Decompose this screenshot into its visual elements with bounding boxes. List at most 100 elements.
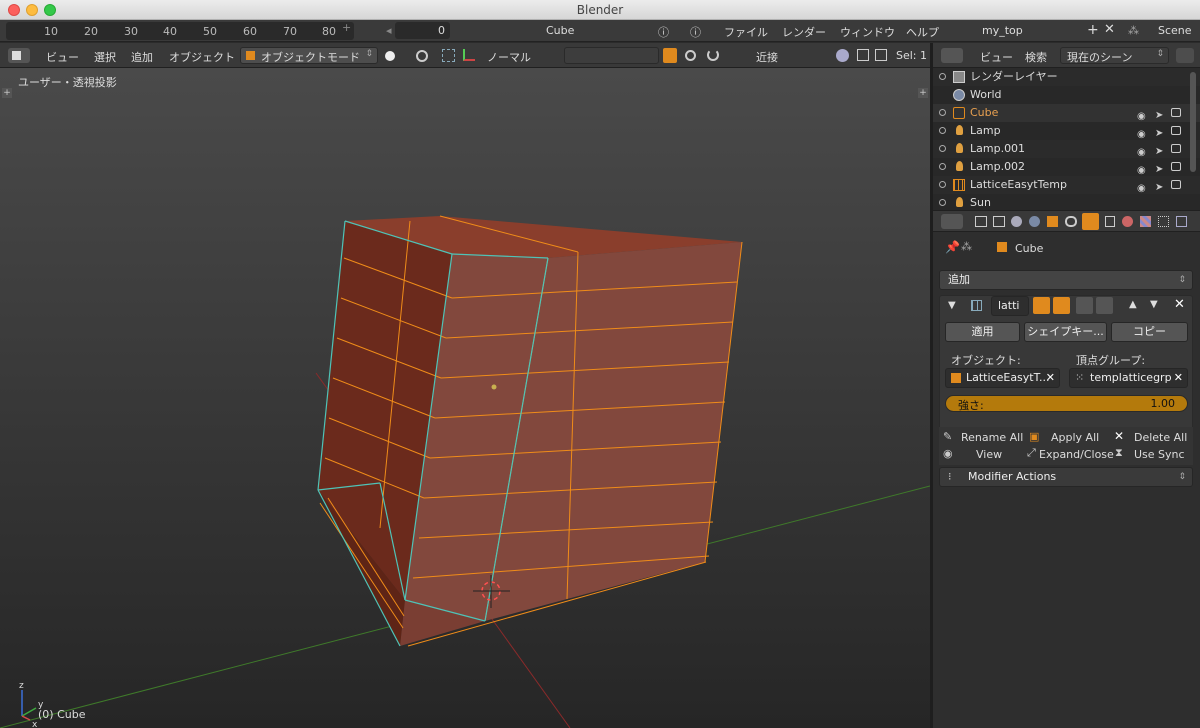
show-render-icon[interactable]: [1033, 297, 1050, 314]
outliner-row[interactable]: Lamp.002 ◉ ➤: [933, 158, 1200, 176]
outliner-editor-type-button[interactable]: [941, 48, 963, 63]
add-modifier-dropdown[interactable]: 追加 ⇕: [939, 270, 1193, 290]
expand-close-button[interactable]: Expand/Close: [1039, 448, 1114, 461]
modifier-name-field[interactable]: latti: [991, 296, 1029, 316]
renderable-camera-icon[interactable]: [1171, 162, 1181, 171]
expand-icon[interactable]: [939, 127, 946, 134]
snap-element-dropdown[interactable]: 近接: [756, 49, 778, 65]
screen-layout-name[interactable]: my_top: [982, 24, 1023, 37]
outliner-menu-search[interactable]: 検索: [1025, 49, 1047, 65]
mode-dropdown[interactable]: オブジェクトモード ⇕: [240, 47, 378, 64]
prev-frame-icon[interactable]: ◂: [386, 24, 392, 37]
outliner-row[interactable]: LatticeEasytTemp ◉ ➤: [933, 176, 1200, 194]
renderable-camera-icon[interactable]: [1171, 108, 1181, 117]
material-tab-icon[interactable]: [1122, 216, 1133, 227]
outliner-scrollbar[interactable]: [1190, 72, 1196, 172]
current-frame-field[interactable]: 0: [395, 22, 450, 39]
pin-icon[interactable]: 📌: [945, 240, 960, 254]
remove-layout-icon[interactable]: ✕: [1104, 22, 1115, 37]
manipulator-icon[interactable]: [442, 49, 455, 62]
render-tab-icon[interactable]: [975, 216, 987, 227]
particles-tab-icon[interactable]: [1158, 216, 1169, 227]
renderable-camera-icon[interactable]: [1171, 144, 1181, 153]
copy-button[interactable]: コピー: [1111, 322, 1188, 342]
timeline-ruler[interactable]: 10 20 30 40 50 60 70 80 +: [6, 21, 354, 40]
menu-help[interactable]: ヘルプ: [906, 24, 939, 40]
scene-canvas[interactable]: z y x: [0, 68, 930, 728]
shape-key-button[interactable]: シェイプキー...: [1024, 322, 1107, 342]
data-tab-icon[interactable]: [1105, 216, 1115, 227]
expand-icon[interactable]: [939, 73, 946, 80]
snap-icon[interactable]: [707, 49, 719, 61]
view-button[interactable]: View: [976, 448, 1002, 461]
outliner-row[interactable]: Lamp ◉ ➤: [933, 122, 1200, 140]
move-down-icon[interactable]: ▼: [1150, 299, 1158, 310]
remove-modifier-icon[interactable]: ✕: [1174, 297, 1185, 312]
collapse-triangle-icon[interactable]: ▼: [948, 300, 956, 311]
menu-file[interactable]: ファイル: [724, 24, 768, 40]
world-tab-icon[interactable]: [1029, 216, 1040, 227]
object-tab-icon[interactable]: [1047, 216, 1058, 227]
outliner-row[interactable]: レンダーレイヤー: [933, 68, 1200, 86]
rename-all-button[interactable]: Rename All: [961, 431, 1023, 444]
texture-tab-icon[interactable]: [1140, 216, 1151, 227]
outliner-row-active[interactable]: Cube ◉ ➤: [933, 104, 1200, 122]
outliner-row[interactable]: Lamp.001 ◉ ➤: [933, 140, 1200, 158]
move-up-icon[interactable]: ▲: [1129, 299, 1137, 310]
menu-view[interactable]: ビュー: [46, 49, 79, 65]
properties-editor-type-button[interactable]: [941, 214, 963, 229]
ruler-expand-icon[interactable]: +: [342, 21, 351, 34]
modifiers-tab-icon-active[interactable]: [1082, 213, 1099, 230]
minimize-window-button[interactable]: [26, 4, 38, 16]
orientation-dropdown[interactable]: ノーマル: [487, 49, 531, 65]
menu-window[interactable]: ウィンドウ: [840, 24, 895, 40]
renderable-camera-icon[interactable]: [1171, 180, 1181, 189]
display-mode-dropdown[interactable]: 現在のシーン ⇕: [1060, 47, 1169, 64]
physics-tab-icon[interactable]: [1176, 216, 1187, 227]
expand-icon[interactable]: [939, 181, 946, 188]
layer-buttons[interactable]: [564, 47, 659, 64]
menu-object[interactable]: オブジェクト: [169, 49, 235, 65]
close-window-button[interactable]: [8, 4, 20, 16]
lock-camera-icon[interactable]: [663, 48, 677, 63]
menu-select[interactable]: 選択: [94, 49, 116, 65]
show-viewport-icon[interactable]: [1053, 297, 1070, 314]
render-anim-icon[interactable]: [875, 49, 887, 61]
search-toggle-icon[interactable]: [1176, 48, 1194, 63]
show-editmode-icon[interactable]: [1076, 297, 1093, 314]
add-layout-icon[interactable]: +: [1087, 22, 1099, 38]
3d-viewport[interactable]: ユーザー・透視投影 + + z y x (0) Cube: [0, 68, 930, 728]
show-cage-icon[interactable]: [1096, 297, 1113, 314]
outliner-menu-view[interactable]: ビュー: [980, 49, 1013, 65]
opengl-render-icon[interactable]: [836, 49, 849, 62]
lattice-object-field[interactable]: LatticeEasytT... ✕: [945, 368, 1060, 388]
expand-icon[interactable]: [939, 109, 946, 116]
renderable-camera-icon[interactable]: [1171, 126, 1181, 135]
pivot-icon[interactable]: [416, 50, 428, 62]
render-image-icon[interactable]: [857, 49, 869, 61]
apply-all-button[interactable]: Apply All: [1051, 431, 1099, 444]
outliner-row[interactable]: Sun: [933, 194, 1200, 210]
render-layers-tab-icon[interactable]: [993, 216, 1005, 227]
scene-tab-icon[interactable]: [1011, 216, 1022, 227]
modifier-actions-panel-header[interactable]: ⁝ Modifier Actions ⇕: [939, 467, 1193, 487]
info-icon[interactable]: ⓘ: [658, 24, 669, 40]
strength-slider[interactable]: 強さ: 1.00: [945, 395, 1188, 412]
info-icon-2[interactable]: ⓘ: [690, 24, 701, 40]
apply-button[interactable]: 適用: [945, 322, 1020, 342]
clear-object-icon[interactable]: ✕: [1046, 369, 1055, 387]
constraints-tab-icon[interactable]: [1065, 216, 1077, 227]
menu-render[interactable]: レンダー: [782, 24, 826, 40]
maximize-window-button[interactable]: [44, 4, 56, 16]
delete-all-button[interactable]: Delete All: [1134, 431, 1187, 444]
vertex-group-field[interactable]: ⁙ templatticegrp ✕: [1069, 368, 1188, 388]
menu-add[interactable]: 追加: [131, 49, 153, 65]
transform-axes-icon[interactable]: [463, 49, 475, 61]
expand-icon[interactable]: [939, 199, 946, 206]
expand-icon[interactable]: [939, 163, 946, 170]
use-sync-button[interactable]: Use Sync: [1134, 448, 1185, 461]
expand-icon[interactable]: [939, 145, 946, 152]
outliner-row[interactable]: World: [933, 86, 1200, 104]
clear-vgroup-icon[interactable]: ✕: [1174, 369, 1183, 387]
shading-solid-icon[interactable]: [385, 51, 395, 61]
